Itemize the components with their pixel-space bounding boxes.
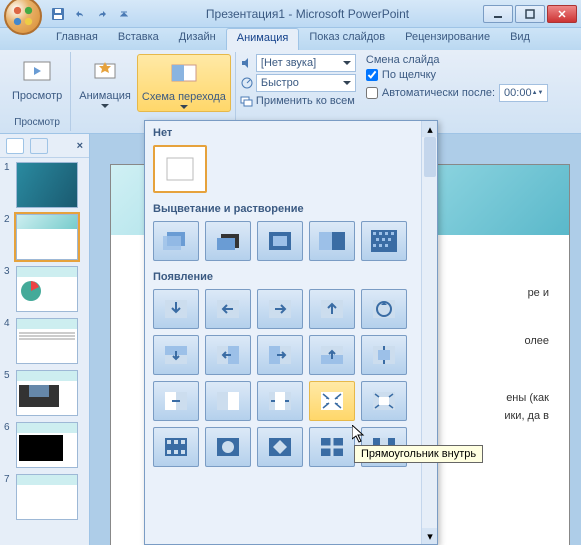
tab-slideshow[interactable]: Показ слайдов — [299, 28, 395, 50]
transition-item[interactable] — [361, 381, 407, 421]
window-title: Презентация1 - Microsoft PowerPoint — [134, 7, 481, 21]
minimize-button[interactable] — [483, 5, 513, 23]
gallery-scrollbar[interactable]: ▴ ▾ — [421, 121, 437, 544]
slide-change-label: Смена слайда — [366, 54, 549, 66]
outline-tab-icon[interactable] — [30, 138, 48, 154]
preview-icon — [21, 56, 53, 88]
slide-thumb[interactable]: 6 — [4, 422, 85, 468]
auto-after-checkbox[interactable]: Автоматически после: 00:00▲▼ — [366, 84, 549, 102]
maximize-button[interactable] — [515, 5, 545, 23]
slide-thumb[interactable]: 3 — [4, 266, 85, 312]
tab-home[interactable]: Главная — [46, 28, 108, 50]
tooltip: Прямоугольник внутрь — [354, 445, 483, 463]
transition-item[interactable] — [153, 381, 199, 421]
transition-item[interactable] — [361, 221, 407, 261]
office-button[interactable] — [4, 0, 42, 35]
group-preview-label: Просмотр — [14, 116, 60, 129]
transition-item[interactable] — [257, 221, 303, 261]
redo-icon[interactable] — [92, 4, 112, 24]
transition-speed-select[interactable]: Быстро — [240, 74, 356, 92]
slides-tab-icon[interactable] — [6, 138, 24, 154]
slide-thumb[interactable]: 5 — [4, 370, 85, 416]
transition-item[interactable] — [361, 289, 407, 329]
transition-item[interactable] — [309, 427, 355, 467]
tab-design[interactable]: Дизайн — [169, 28, 226, 50]
transition-none[interactable] — [153, 145, 207, 193]
transition-item[interactable] — [257, 427, 303, 467]
transition-item[interactable] — [205, 381, 251, 421]
transition-sound-select[interactable]: [Нет звука] — [240, 54, 356, 72]
preview-button[interactable]: Просмотр — [8, 54, 66, 104]
sound-icon — [240, 56, 254, 70]
transition-item[interactable] — [309, 289, 355, 329]
transition-item[interactable] — [205, 289, 251, 329]
transition-item[interactable] — [257, 335, 303, 375]
transition-item[interactable] — [361, 335, 407, 375]
transition-box-in[interactable] — [309, 381, 355, 421]
apply-to-all-button[interactable]: Применить ко всем — [240, 94, 356, 108]
transition-item[interactable] — [153, 335, 199, 375]
gallery-section-none: Нет — [153, 123, 429, 143]
qat-customize-icon[interactable] — [114, 4, 134, 24]
transition-item[interactable] — [153, 289, 199, 329]
chevron-down-icon — [101, 104, 109, 108]
on-click-checkbox[interactable]: По щелчку — [366, 69, 549, 81]
transition-item[interactable] — [309, 335, 355, 375]
transition-item[interactable] — [205, 221, 251, 261]
transition-item[interactable] — [153, 427, 199, 467]
tab-review[interactable]: Рецензирование — [395, 28, 500, 50]
scroll-up-icon[interactable]: ▴ — [422, 121, 438, 137]
transition-scheme-button[interactable]: Схема перехода — [137, 54, 231, 112]
tab-animation[interactable]: Анимация — [226, 28, 300, 50]
slide-thumb[interactable]: 7 — [4, 474, 85, 520]
transition-item[interactable] — [309, 221, 355, 261]
transition-item[interactable] — [205, 427, 251, 467]
slide-thumb[interactable]: 1 — [4, 162, 85, 208]
gallery-section-fade: Выцветание и растворение — [153, 199, 429, 219]
apply-all-icon — [240, 94, 254, 108]
undo-icon[interactable] — [70, 4, 90, 24]
transition-item[interactable] — [153, 221, 199, 261]
tab-view[interactable]: Вид — [500, 28, 540, 50]
chevron-down-icon — [180, 105, 188, 109]
transition-item[interactable] — [257, 289, 303, 329]
animation-dropdown[interactable]: Анимация — [75, 54, 135, 112]
animation-icon — [89, 56, 121, 88]
save-icon[interactable] — [48, 4, 68, 24]
slide-thumb[interactable]: 2 — [4, 214, 85, 260]
speed-icon — [240, 76, 254, 90]
transition-item[interactable] — [205, 335, 251, 375]
transition-gallery: Нет Выцветание и растворение Появление — [144, 120, 438, 545]
slide-thumb[interactable]: 4 — [4, 318, 85, 364]
transition-item[interactable] — [257, 381, 303, 421]
scroll-down-icon[interactable]: ▾ — [422, 528, 438, 544]
tab-insert[interactable]: Вставка — [108, 28, 169, 50]
scroll-thumb[interactable] — [424, 137, 436, 177]
close-button[interactable] — [547, 5, 577, 23]
auto-time-spinner[interactable]: 00:00▲▼ — [499, 84, 548, 102]
gallery-section-wipe: Появление — [153, 267, 429, 287]
pane-close-button[interactable]: × — [77, 140, 83, 152]
transition-icon — [168, 57, 200, 89]
